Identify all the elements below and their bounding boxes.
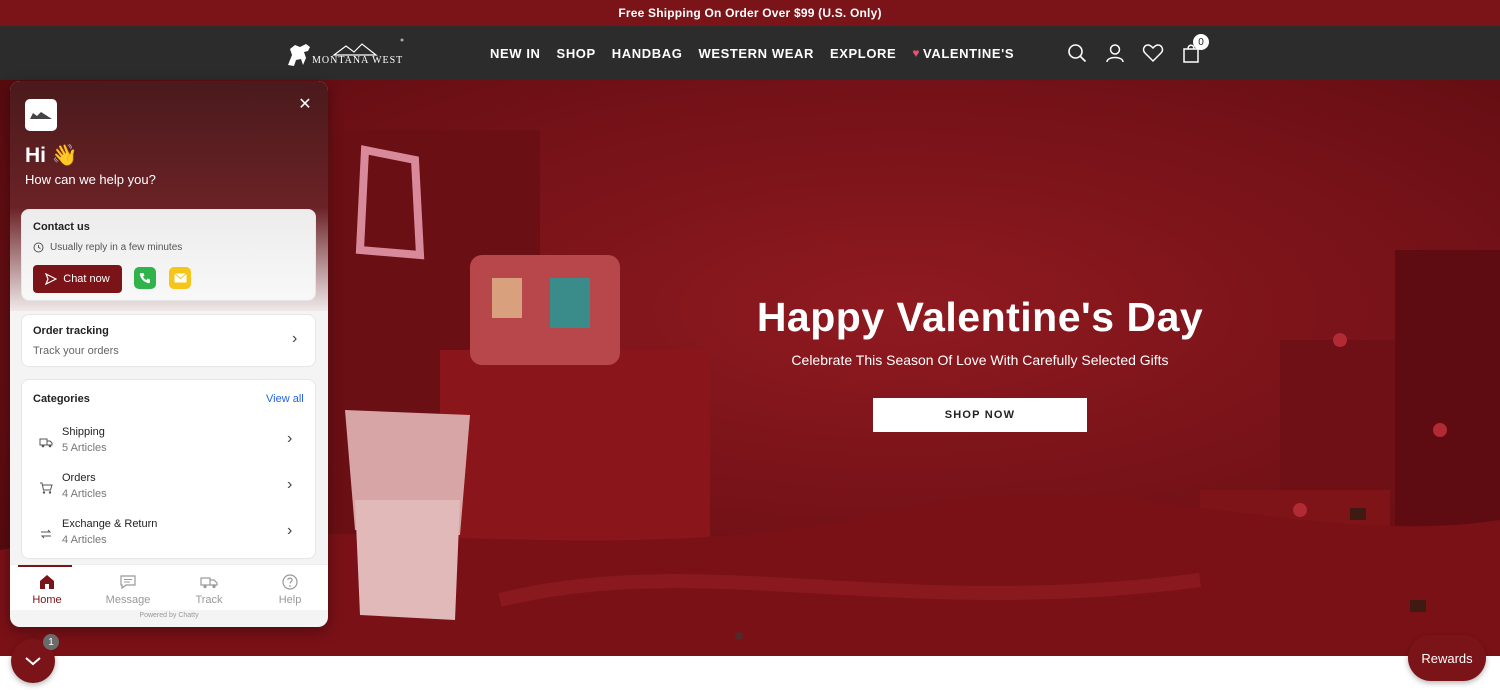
category-name: Shipping xyxy=(62,426,105,438)
chevron-right-icon: › xyxy=(287,476,293,493)
site-logo[interactable]: MONTANA WEST xyxy=(284,35,412,73)
cart-icon[interactable]: 0 xyxy=(1180,34,1209,64)
nav-shop[interactable]: SHOP xyxy=(557,46,596,61)
truck-icon xyxy=(39,438,53,448)
chat-now-label: Chat now xyxy=(63,273,110,285)
tab-help-label: Help xyxy=(278,594,302,606)
shop-now-button[interactable]: SHOP NOW xyxy=(873,398,1087,432)
nav-valentines-label: VALENTINE'S xyxy=(923,45,1015,61)
cart-count-badge: 0 xyxy=(1193,34,1209,50)
categories-card: Categories View all Shipping 5 Articles … xyxy=(21,379,316,559)
phone-icon xyxy=(139,273,150,284)
nav-explore[interactable]: EXPLORE xyxy=(830,46,896,61)
contact-card: Contact us Usually reply in a few minute… xyxy=(21,209,316,301)
chat-now-button[interactable]: Chat now xyxy=(33,265,122,293)
tab-home[interactable]: Home xyxy=(10,565,90,611)
chat-greeting: Hi 👋 xyxy=(25,144,78,167)
powered-by: Powered by Chatty xyxy=(139,612,199,619)
nav-handbag[interactable]: HANDBAG xyxy=(612,46,683,61)
hero-subtitle: Celebrate This Season Of Love With Caref… xyxy=(791,352,1169,368)
category-shipping[interactable]: Shipping 5 Articles › xyxy=(22,426,317,466)
reply-note-text: Usually reply in a few minutes xyxy=(50,242,183,253)
chevron-right-icon: › xyxy=(292,330,298,347)
mail-icon xyxy=(173,273,187,283)
chat-brand-logo xyxy=(25,99,57,131)
hero-title: Happy Valentine's Day xyxy=(756,294,1204,340)
announcement-bar: Free Shipping On Order Over $99 (U.S. On… xyxy=(0,0,1500,26)
order-tracking-title: Order tracking xyxy=(33,325,109,337)
order-tracking-subtitle: Track your orders xyxy=(33,345,119,357)
header-icons: 0 xyxy=(1066,26,1209,80)
tab-home-label: Home xyxy=(32,594,62,606)
order-tracking-card[interactable]: Order tracking Track your orders › xyxy=(21,314,316,367)
tab-track[interactable]: Track xyxy=(172,565,252,611)
site-header: MONTANA WEST NEW IN SHOP HANDBAG WESTERN… xyxy=(0,26,1500,80)
view-all-link[interactable]: View all xyxy=(266,393,304,405)
logo-text: MONTANA WEST xyxy=(312,55,404,66)
main-nav: NEW IN SHOP HANDBAG WESTERN WEAR EXPLORE… xyxy=(490,26,1014,80)
horse-logo-icon xyxy=(288,38,404,66)
category-count: 4 Articles xyxy=(62,534,107,546)
phone-button[interactable] xyxy=(134,267,156,289)
chat-tab-bar: Home Message Track Help xyxy=(10,564,328,610)
chevron-right-icon: › xyxy=(287,522,293,539)
category-count: 5 Articles xyxy=(62,442,107,454)
brand-logo-icon xyxy=(30,112,52,119)
close-icon[interactable]: ✕ xyxy=(294,93,316,115)
slider-dot[interactable] xyxy=(735,632,743,640)
tab-help[interactable]: Help xyxy=(253,565,328,611)
wishlist-icon[interactable] xyxy=(1142,42,1164,64)
chevron-down-icon xyxy=(25,657,41,666)
tab-message[interactable]: Message xyxy=(91,565,171,611)
category-count: 4 Articles xyxy=(62,488,107,500)
reply-note: Usually reply in a few minutes xyxy=(33,242,182,253)
home-icon xyxy=(40,575,54,589)
nav-new-in[interactable]: NEW IN xyxy=(490,46,541,61)
category-orders[interactable]: Orders 4 Articles › xyxy=(22,472,317,512)
category-exchange-return[interactable]: Exchange & Return 4 Articles › xyxy=(22,518,317,558)
heart-icon: ♥ xyxy=(912,46,921,60)
tab-message-label: Message xyxy=(105,594,151,606)
chevron-right-icon: › xyxy=(287,430,293,447)
clock-icon xyxy=(33,242,44,253)
contact-title: Contact us xyxy=(33,221,90,233)
account-icon[interactable] xyxy=(1104,42,1126,64)
tab-track-label: Track xyxy=(195,594,223,606)
message-icon xyxy=(120,575,136,590)
help-icon xyxy=(282,574,298,590)
nav-western-wear[interactable]: WESTERN WEAR xyxy=(698,46,814,61)
cart-outline-icon xyxy=(40,482,53,494)
search-icon[interactable] xyxy=(1066,42,1088,64)
category-name: Exchange & Return xyxy=(62,518,158,530)
send-icon xyxy=(45,273,58,285)
launcher-badge: 1 xyxy=(43,634,59,650)
rewards-button[interactable]: Rewards xyxy=(1408,635,1486,681)
nav-valentines[interactable]: ♥ VALENTINE'S xyxy=(912,46,1014,61)
chat-help-text: How can we help you? xyxy=(25,172,156,187)
category-name: Orders xyxy=(62,472,96,484)
truck-icon xyxy=(200,577,218,589)
exchange-icon xyxy=(40,529,52,539)
categories-title: Categories xyxy=(33,393,90,405)
email-button[interactable] xyxy=(169,267,191,289)
chat-widget: ✕ Hi 👋 How can we help you? Contact us U… xyxy=(10,81,328,627)
